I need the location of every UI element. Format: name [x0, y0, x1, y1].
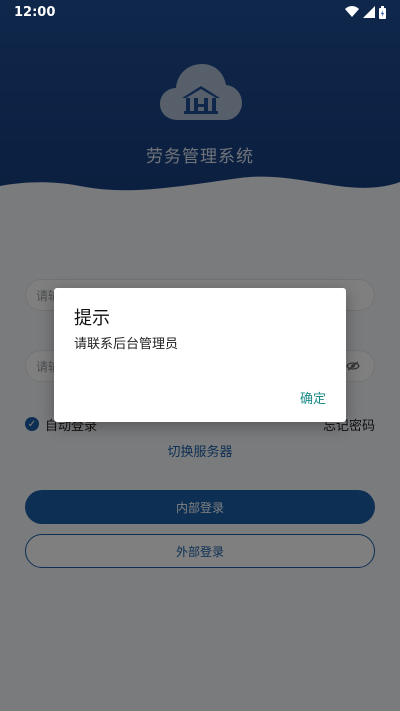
status-icons — [345, 5, 386, 19]
status-bar: 12:00 — [0, 0, 400, 24]
battery-icon — [379, 5, 386, 19]
status-time: 12:00 — [14, 4, 56, 20]
dialog-message: 请联系后台管理员 — [74, 337, 179, 352]
dialog-title: 提示 — [74, 308, 110, 329]
dialog-ok-button[interactable]: 确定 — [300, 388, 326, 407]
signal-icon — [363, 6, 375, 18]
login-screen: 劳务管理系统 12:00 请输 请输 — [0, 0, 400, 711]
alert-dialog: 提示 请联系后台管理员 确定 — [54, 288, 346, 422]
wifi-icon — [345, 6, 359, 17]
